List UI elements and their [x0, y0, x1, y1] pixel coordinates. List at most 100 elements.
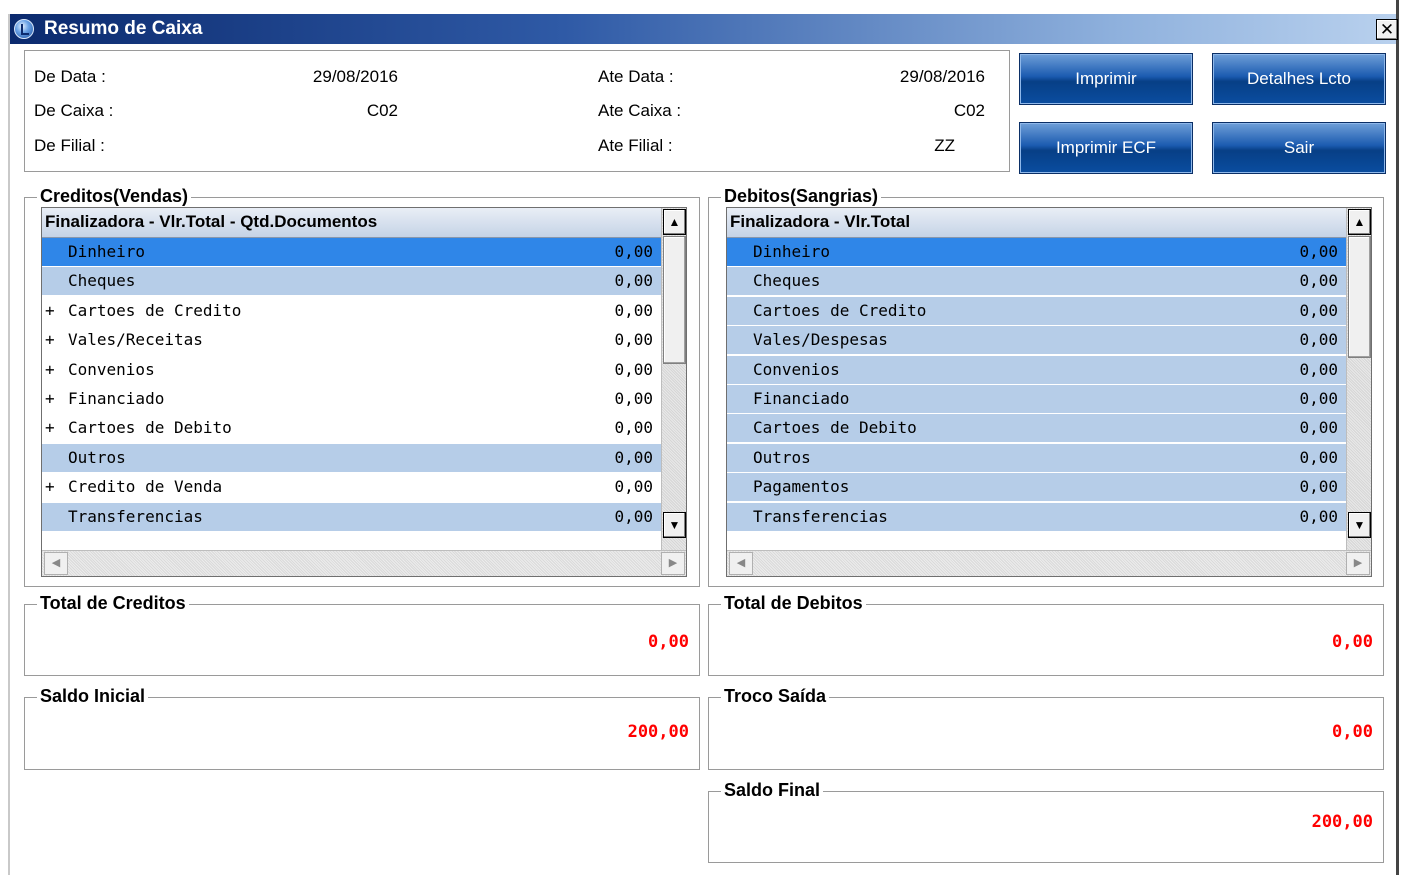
finalizadora-name: Dinheiro [68, 242, 146, 261]
ate-filial-value: ZZ [934, 136, 955, 155]
creditos-row[interactable]: + Financiado 0,00 [42, 385, 661, 414]
total-debitos-group: Total de Debitos 0,00 [708, 593, 1384, 676]
creditos-grid[interactable]: Finalizadora - Vlr.Total - Qtd.Documento… [41, 207, 687, 577]
finalizadora-name: Pagamentos [753, 477, 850, 497]
creditos-row[interactable]: + Cartoes de Credito 0,00 [42, 296, 661, 326]
close-button[interactable]: ✕ [1376, 19, 1398, 40]
finalizadora-value: 0,00 [1299, 242, 1338, 261]
expand-marker[interactable]: + [45, 297, 55, 325]
finalizadora-value: 0,00 [1299, 330, 1338, 350]
expand-marker[interactable]: + [45, 326, 55, 354]
creditos-row[interactable]: Dinheiro 0,00 [42, 238, 661, 267]
creditos-grid-header: Finalizadora - Vlr.Total - Qtd.Documento… [42, 208, 661, 238]
finalizadora-value: 0,00 [614, 359, 653, 379]
scroll-left-icon[interactable]: ◀ [44, 552, 68, 575]
sair-button[interactable]: Sair [1212, 122, 1386, 174]
de-filial-label: De Filial : [34, 136, 105, 155]
finalizadora-value: 0,00 [614, 506, 653, 526]
finalizadora-value: 0,00 [614, 389, 653, 408]
finalizadora-value: 0,00 [1299, 359, 1338, 379]
debitos-grid-header: Finalizadora - Vlr.Total [727, 208, 1346, 238]
debitos-row[interactable]: Cartoes de Credito 0,00 [727, 296, 1346, 326]
finalizadora-name: Vales/Receitas [68, 330, 203, 350]
window-right-border [1396, 0, 1399, 875]
debitos-row[interactable]: Dinheiro 0,00 [727, 238, 1346, 267]
ate-data-label: Ate Data : [598, 67, 674, 86]
debitos-legend: Debitos(Sangrias) [721, 186, 882, 206]
total-debitos-value: 0,00 [1332, 632, 1373, 652]
creditos-row[interactable]: + Vales/Receitas 0,00 [42, 326, 661, 356]
troco-saida-group: Troco Saída 0,00 [708, 686, 1384, 770]
ate-filial-label: Ate Filial : [598, 136, 673, 155]
de-data-value: 29/08/2016 [312, 67, 398, 86]
finalizadora-name: Cartoes de Debito [68, 418, 232, 438]
ate-caixa-value: C02 [953, 101, 985, 120]
debitos-row[interactable]: Vales/Despesas 0,00 [727, 326, 1346, 356]
creditos-row[interactable]: + Convenios 0,00 [42, 355, 661, 385]
expand-marker[interactable]: + [45, 473, 55, 501]
creditos-group: Creditos(Vendas) Finalizadora - Vlr.Tota… [24, 186, 700, 587]
total-creditos-group: Total de Creditos 0,00 [24, 593, 700, 676]
finalizadora-value: 0,00 [1299, 506, 1338, 526]
creditos-row[interactable]: Cheques 0,00 [42, 267, 661, 297]
debitos-vertical-scrollbar[interactable]: ▲ ▼ [1346, 208, 1371, 550]
debitos-row[interactable]: Cartoes de Debito 0,00 [727, 414, 1346, 444]
finalizadora-value: 0,00 [614, 300, 653, 320]
debitos-row[interactable]: Outros 0,00 [727, 443, 1346, 473]
finalizadora-value: 0,00 [614, 477, 653, 497]
finalizadora-value: 0,00 [1299, 477, 1338, 497]
scroll-right-icon[interactable]: ▶ [661, 552, 685, 575]
debitos-row[interactable]: Cheques 0,00 [727, 267, 1346, 297]
finalizadora-name: Cartoes de Credito [68, 300, 242, 320]
scroll-thumb[interactable] [663, 236, 686, 364]
finalizadora-value: 0,00 [614, 418, 653, 438]
debitos-row[interactable]: Pagamentos 0,00 [727, 473, 1346, 503]
debitos-grid[interactable]: Finalizadora - Vlr.Total Dinheiro 0,00 Che… [726, 207, 1372, 577]
expand-marker[interactable]: + [45, 385, 55, 413]
finalizadora-value: 0,00 [1299, 418, 1338, 438]
creditos-row[interactable]: + Cartoes de Debito 0,00 [42, 414, 661, 444]
scroll-thumb[interactable] [1348, 236, 1371, 358]
finalizadora-name: Outros [753, 447, 811, 467]
saldo-final-group: Saldo Final 200,00 [708, 780, 1384, 863]
troco-saida-value: 0,00 [1332, 722, 1373, 742]
scroll-up-icon[interactable]: ▲ [1348, 209, 1371, 235]
scroll-right-icon[interactable]: ▶ [1346, 552, 1370, 575]
troco-saida-label: Troco Saída [721, 686, 830, 706]
scroll-up-icon[interactable]: ▲ [663, 209, 686, 235]
finalizadora-name: Vales/Despesas [753, 330, 888, 350]
scroll-down-icon[interactable]: ▼ [663, 512, 686, 538]
creditos-vertical-scrollbar[interactable]: ▲ ▼ [661, 208, 686, 550]
debitos-horizontal-scrollbar[interactable]: ◀ ▶ [727, 550, 1371, 576]
creditos-row[interactable]: Outros 0,00 [42, 443, 661, 473]
title-bar[interactable]: Resumo de Caixa ✕ [10, 14, 1398, 44]
imprimir-button[interactable]: Imprimir [1019, 53, 1193, 105]
debitos-row[interactable]: Transferencias 0,00 [727, 502, 1346, 532]
creditos-horizontal-scrollbar[interactable]: ◀ ▶ [42, 550, 686, 576]
finalizadora-name: Cheques [753, 271, 821, 291]
expand-marker[interactable]: + [45, 356, 55, 384]
filter-info-panel: De Data : 29/08/2016 Ate Data : 29/08/20… [24, 50, 1010, 172]
finalizadora-value: 0,00 [614, 271, 653, 291]
expand-marker[interactable]: + [45, 414, 55, 442]
total-creditos-value: 0,00 [648, 632, 689, 652]
ate-caixa-label: Ate Caixa : [598, 101, 682, 120]
debitos-row[interactable]: Financiado 0,00 [727, 385, 1346, 414]
imprimir-ecf-button[interactable]: Imprimir ECF [1019, 122, 1193, 174]
scroll-left-icon[interactable]: ◀ [729, 552, 753, 575]
debitos-row[interactable]: Convenios 0,00 [727, 355, 1346, 385]
de-caixa-value: C02 [366, 101, 398, 120]
finalizadora-value: 0,00 [1299, 447, 1338, 467]
saldo-final-value: 200,00 [1311, 812, 1373, 832]
creditos-row[interactable]: Transferencias 0,00 [42, 502, 661, 532]
finalizadora-value: 0,00 [1299, 271, 1338, 291]
detalhes-lcto-button[interactable]: Detalhes Lcto [1212, 53, 1386, 105]
total-debitos-label: Total de Debitos [721, 593, 866, 613]
creditos-row[interactable]: + Credito de Venda 0,00 [42, 473, 661, 503]
finalizadora-name: Transferencias [68, 506, 203, 526]
finalizadora-name: Financiado [753, 389, 850, 408]
saldo-inicial-group: Saldo Inicial 200,00 [24, 686, 700, 770]
finalizadora-name: Cartoes de Debito [753, 418, 917, 438]
scroll-down-icon[interactable]: ▼ [1348, 512, 1371, 538]
finalizadora-value: 0,00 [614, 242, 653, 261]
